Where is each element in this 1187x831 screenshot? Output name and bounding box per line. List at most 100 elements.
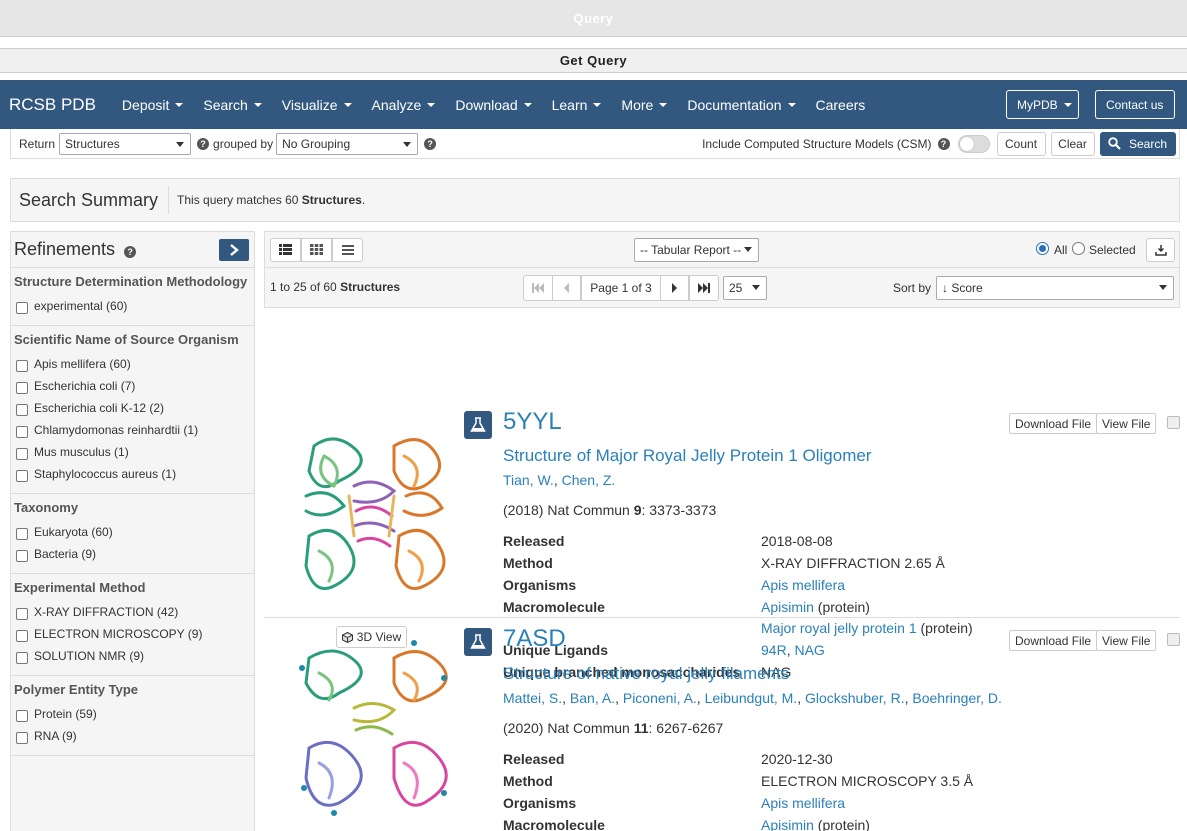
author-link[interactable]: Tian, W.: [503, 472, 554, 488]
macromolecule-link[interactable]: Apisimin: [761, 817, 814, 831]
pdb-id-link[interactable]: 7ASD: [503, 625, 566, 653]
select-entry-checkbox[interactable]: [1167, 416, 1180, 429]
method-value: X-RAY DIFFRACTION 2.65 Å: [761, 555, 945, 571]
mypdb-button[interactable]: MyPDB: [1006, 90, 1079, 119]
prev-page-button[interactable]: [552, 274, 581, 301]
prev-page-icon: [564, 282, 569, 293]
grouping-select[interactable]: No Grouping: [276, 132, 419, 155]
clear-button[interactable]: Clear: [1050, 131, 1095, 156]
refinement-option[interactable]: Mus musculus (1): [14, 441, 254, 463]
help-icon[interactable]: ?: [424, 137, 437, 150]
summary-count-text: This query matches 60: [177, 193, 299, 207]
apply-refinements-button[interactable]: [219, 238, 249, 261]
refinement-checkbox[interactable]: [16, 710, 28, 722]
refinement-option[interactable]: SOLUTION NMR (9): [14, 645, 254, 667]
author-link[interactable]: Chen, Z.: [562, 472, 616, 488]
author-link[interactable]: Ban, A.: [570, 690, 615, 706]
refinement-checkbox[interactable]: [16, 630, 28, 642]
nav-documentation[interactable]: Documentation: [677, 97, 805, 113]
refinement-option[interactable]: Escherichia coli (7): [14, 375, 254, 397]
refinement-option[interactable]: Staphylococcus aureus (1): [14, 463, 254, 485]
help-icon[interactable]: ?: [124, 245, 137, 258]
nav-search[interactable]: Search: [193, 97, 271, 113]
return-select[interactable]: Structures: [59, 132, 192, 155]
caret-down-icon: [343, 102, 352, 107]
grid-view-button[interactable]: [301, 237, 332, 262]
tabular-report-select[interactable]: -- Tabular Report --: [634, 237, 759, 262]
next-page-button[interactable]: [660, 274, 689, 301]
caret-down-icon: [1063, 102, 1072, 107]
list-view-button[interactable]: [270, 237, 301, 262]
nav-deposit[interactable]: Deposit: [112, 97, 193, 113]
nav-analyze[interactable]: Analyze: [362, 97, 446, 113]
refinement-checkbox[interactable]: [16, 652, 28, 664]
structure-image[interactable]: [294, 638, 454, 818]
refinement-option-label: Escherichia coli K-12 (2): [34, 401, 165, 415]
refinement-option[interactable]: Protein (59): [14, 703, 254, 725]
nav-more[interactable]: More: [611, 97, 677, 113]
refinement-option[interactable]: X-RAY DIFFRACTION (42): [14, 601, 254, 623]
author-link[interactable]: Glockshuber, R.: [805, 690, 905, 706]
refinement-checkbox[interactable]: [16, 382, 28, 394]
csm-label: Include Computed Structure Models (CSM): [702, 136, 932, 151]
selected-radio[interactable]: [1072, 242, 1085, 255]
search-button[interactable]: Search: [1099, 131, 1176, 156]
refinement-option[interactable]: RNA (9): [14, 725, 254, 747]
nav-careers[interactable]: Careers: [806, 97, 876, 113]
query-bar[interactable]: Query: [0, 0, 1187, 37]
last-page-button[interactable]: [689, 274, 719, 301]
help-icon[interactable]: ?: [937, 137, 950, 150]
entry-title-link[interactable]: Structure of native royal jelly filament…: [503, 664, 789, 684]
first-page-button[interactable]: [523, 274, 553, 301]
download-file-button[interactable]: Download File: [1009, 630, 1098, 651]
refinement-checkbox[interactable]: [16, 608, 28, 620]
per-page-select[interactable]: 25: [723, 275, 767, 300]
select-all-radio[interactable]: [1036, 242, 1049, 255]
refinement-checkbox[interactable]: [16, 404, 28, 416]
structure-image[interactable]: [294, 426, 454, 606]
refinement-checkbox[interactable]: [16, 528, 28, 540]
pdb-id-link[interactable]: 5YYL: [503, 408, 562, 436]
refinement-option[interactable]: experimental (60): [14, 295, 254, 317]
author-link[interactable]: Leibundgut, M.: [705, 690, 798, 706]
count-button[interactable]: Count: [996, 131, 1046, 156]
view-file-button[interactable]: View File: [1096, 413, 1157, 434]
refinement-checkbox[interactable]: [16, 302, 28, 314]
author-link[interactable]: Boehringer, D.: [912, 690, 1002, 706]
refinement-checkbox[interactable]: [16, 470, 28, 482]
contact-button[interactable]: Contact us: [1095, 90, 1175, 119]
refinement-option[interactable]: Eukaryota (60): [14, 521, 254, 543]
compact-view-button[interactable]: [332, 237, 363, 262]
view-file-button[interactable]: View File: [1096, 630, 1157, 651]
sort-select[interactable]: ↓ Score: [936, 275, 1174, 300]
refinement-option[interactable]: Apis mellifera (60): [14, 353, 254, 375]
refinement-option[interactable]: Chlamydomonas reinhardtii (1): [14, 419, 254, 441]
citation-pages: : 3373-3373: [641, 502, 717, 518]
refinement-checkbox[interactable]: [16, 426, 28, 438]
nav-download[interactable]: Download: [445, 97, 541, 113]
radio-dot: [1039, 245, 1046, 252]
select-entry-checkbox[interactable]: [1167, 633, 1180, 646]
macromolecule-link[interactable]: Apisimin: [761, 599, 814, 615]
nav-visualize[interactable]: Visualize: [272, 97, 362, 113]
organism-link[interactable]: Apis mellifera: [761, 577, 845, 593]
refinement-checkbox[interactable]: [16, 360, 28, 372]
nav-learn[interactable]: Learn: [542, 97, 612, 113]
author-link[interactable]: Piconeni, A.: [623, 690, 697, 706]
download-file-button[interactable]: Download File: [1009, 413, 1098, 434]
refinement-checkbox[interactable]: [16, 732, 28, 744]
download-results-button[interactable]: [1146, 237, 1175, 262]
refinement-option[interactable]: Bacteria (9): [14, 543, 254, 565]
refinement-option[interactable]: Escherichia coli K-12 (2): [14, 397, 254, 419]
caret-down-icon: [523, 102, 532, 107]
entry-title-link[interactable]: Structure of Major Royal Jelly Protein 1…: [503, 446, 871, 466]
refinement-checkbox[interactable]: [16, 448, 28, 460]
refinement-checkbox[interactable]: [16, 550, 28, 562]
brand-link[interactable]: RCSB PDB: [0, 95, 112, 115]
help-icon[interactable]: ?: [197, 137, 210, 150]
refinement-option[interactable]: ELECTRON MICROSCOPY (9): [14, 623, 254, 645]
csm-toggle[interactable]: [957, 134, 990, 153]
organism-link[interactable]: Apis mellifera: [761, 795, 845, 811]
get-query-bar[interactable]: Get Query: [0, 48, 1187, 73]
author-link[interactable]: Mattei, S.: [503, 690, 562, 706]
